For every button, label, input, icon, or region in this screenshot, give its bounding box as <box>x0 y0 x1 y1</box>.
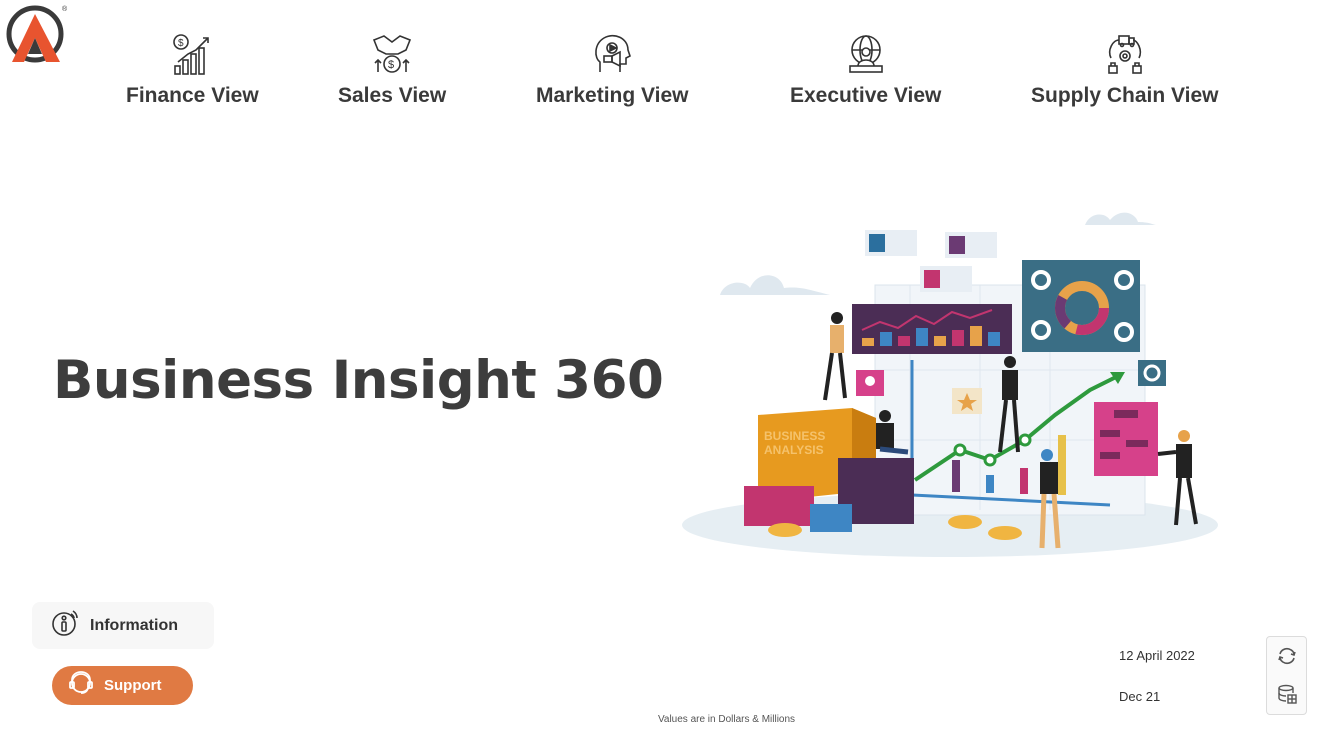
nav-executive-view-label: Executive View <box>790 84 942 107</box>
data-source-button[interactable] <box>1267 675 1306 713</box>
data-period: Dec 21 <box>1119 689 1161 704</box>
last-refresh-date: 12 April 2022 <box>1119 648 1195 663</box>
nav-supply-chain-view-label: Supply Chain View <box>1031 84 1219 107</box>
nav-marketing-view[interactable]: Marketing View <box>536 30 689 108</box>
nav-sales-view-label: Sales View <box>338 84 447 107</box>
nav-executive-view[interactable]: Executive View <box>790 30 941 108</box>
nav-finance-view[interactable]: $ Finance View <box>126 30 259 108</box>
hero-box-text-2: ANALYSIS <box>764 443 824 457</box>
info-icon <box>50 608 80 643</box>
nav-supply-chain-view[interactable]: Supply Chain View <box>1031 30 1218 108</box>
side-action-panel <box>1266 636 1307 715</box>
support-button[interactable]: Support <box>52 666 193 705</box>
support-headset-icon <box>68 670 94 701</box>
nav-marketing-view-label: Marketing View <box>536 84 689 107</box>
svg-text:®: ® <box>62 5 68 13</box>
hero-box-text-1: BUSINESS <box>764 429 825 443</box>
svg-text:$: $ <box>388 59 394 71</box>
database-icon <box>1277 684 1297 704</box>
refresh-icon <box>1277 647 1296 665</box>
hero-illustration: BUSINESS ANALYSIS <box>682 212 1218 557</box>
information-button-label: Information <box>90 616 178 634</box>
svg-text:$: $ <box>178 38 184 49</box>
nav-finance-view-label: Finance View <box>126 84 259 107</box>
information-button[interactable]: Information <box>32 602 214 649</box>
handshake-money-icon: $ <box>368 30 416 78</box>
support-button-label: Support <box>104 677 162 694</box>
brand-logo: ® <box>6 5 68 63</box>
refresh-button[interactable] <box>1267 637 1306 675</box>
executive-globe-icon <box>842 30 890 78</box>
page-title: Business Insight 360 <box>53 350 664 411</box>
values-footnote: Values are in Dollars & Millions <box>657 714 796 725</box>
finance-chart-icon: $ <box>168 30 216 78</box>
marketing-head-icon <box>588 30 636 78</box>
supply-chain-icon <box>1101 30 1149 78</box>
nav-sales-view[interactable]: $ Sales View <box>338 30 446 108</box>
